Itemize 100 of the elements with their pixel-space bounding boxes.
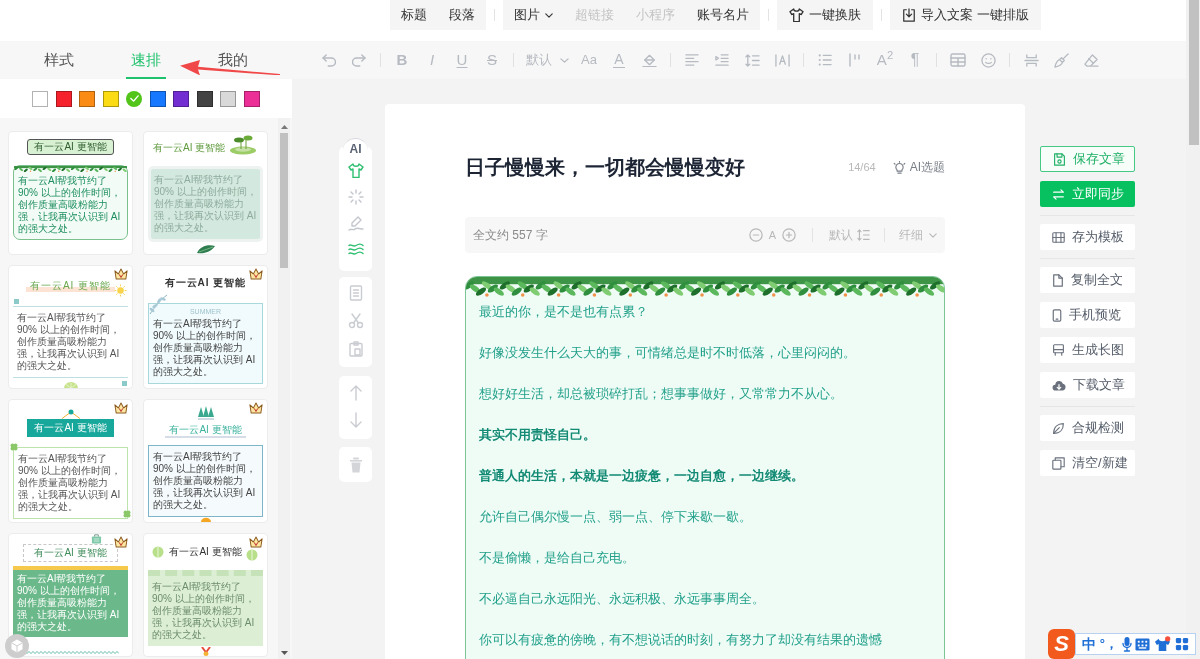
document-icon[interactable] <box>348 285 363 301</box>
panel-tab[interactable]: 样式 <box>15 41 102 79</box>
action-button[interactable]: 复制全文 <box>1040 267 1135 293</box>
import-button[interactable]: 导入文案 一键排版 <box>890 0 1041 30</box>
shirt-icon[interactable] <box>347 163 364 178</box>
grid-icon[interactable] <box>1174 637 1189 651</box>
dropdown-button[interactable]: 图片 <box>503 0 564 30</box>
toolbar-button[interactable]: 标题 <box>390 0 438 30</box>
article-paragraph[interactable]: 你可以有疲惫的傍晚，有不想说话的时刻，有努力了却没有结果的遗憾 <box>479 630 931 650</box>
color-swatch[interactable] <box>102 90 119 107</box>
color-swatch[interactable] <box>79 90 95 107</box>
title-char-count: 14/64 <box>848 159 876 175</box>
import-icon <box>902 8 916 22</box>
undo-icon[interactable] <box>322 53 336 67</box>
ime-logo: S <box>1048 629 1075 659</box>
cube-icon <box>11 639 23 653</box>
article-paragraph[interactable]: 想好好生活，却总被琐碎打乱；想事事做好，又常常力不从心。 <box>479 384 931 404</box>
action-button[interactable]: 存为模板 <box>1040 224 1135 250</box>
color-swatch[interactable] <box>149 90 166 107</box>
action-button[interactable]: 下载文章 <box>1040 372 1135 398</box>
panel-tab[interactable]: 我的 <box>189 41 276 79</box>
article-paragraph[interactable]: 不必逼自己永远阳光、永远积极、永远事事周全。 <box>479 589 931 609</box>
template-card[interactable]: 有一云AI 更智能 有一云AI帮我节约了 90% 以上的创作时间，创作质量高吸粉能力强，让我再次认识到 AI 的强大之处。 <box>8 399 133 523</box>
crown-icon <box>114 536 128 548</box>
color-swatch[interactable] <box>220 90 236 107</box>
template-card[interactable]: 有一云AI 更智能 有一云AI帮我节约了 90% 以上的创作时间，创作质量高吸粉能力强，让我再次认识到 AI 的强大之处。 <box>8 131 133 255</box>
article-paragraph[interactable]: 其实不用责怪自己。 <box>479 425 931 445</box>
waves-icon[interactable] <box>347 243 364 256</box>
redo-icon[interactable] <box>352 53 366 67</box>
paint-bucket-icon[interactable] <box>641 53 657 67</box>
lime-icon <box>64 381 78 388</box>
clipboard-icon[interactable] <box>347 341 364 357</box>
line-height-icon[interactable] <box>744 53 760 67</box>
sun-icon <box>200 517 212 522</box>
letter-spacing-icon[interactable] <box>774 53 790 67</box>
template-title: 有一云AI 更智能 <box>27 419 114 437</box>
ai-topic-button[interactable]: AI选题 <box>892 158 945 176</box>
action-button[interactable]: 保存文章 <box>1040 146 1135 172</box>
quote-icon[interactable] <box>849 53 861 67</box>
action-button[interactable]: 生成长图 <box>1040 337 1135 363</box>
color-swatch[interactable] <box>32 90 48 107</box>
eraser-icon[interactable] <box>1083 53 1099 67</box>
scroll-up-arrow-icon[interactable] <box>280 125 288 129</box>
template-card[interactable]: 有一云AI 更智能 有一云AI帮我节约了 90% 以上的创作时间，创作质量高吸粉能力强，让我再次认识到 AI 的强大之处。 <box>8 265 133 389</box>
divider-line-icon[interactable] <box>1023 53 1039 67</box>
color-swatch[interactable] <box>126 90 142 107</box>
clover-icon <box>123 510 131 518</box>
article-paragraph[interactable]: 普通人的生活，本就是一边疲惫，一边自愈，一边继续。 <box>479 466 931 486</box>
minus-circle-icon[interactable] <box>748 228 763 242</box>
ime-punctuation-label[interactable]: °， <box>1099 636 1118 652</box>
clover-icon <box>10 443 18 451</box>
smiley-icon[interactable] <box>980 52 996 68</box>
article-paragraph[interactable]: 不是偷懒，是给自己充电。 <box>479 548 931 568</box>
article-paragraph[interactable]: 最近的你，是不是也有点累？ <box>479 302 931 322</box>
article-paragraph[interactable]: 允许自己偶尔慢一点、弱一点、停下来歇一歇。 <box>479 507 931 527</box>
indent-icon[interactable] <box>715 54 729 66</box>
sparkle-icon[interactable] <box>347 189 364 205</box>
color-swatch[interactable] <box>243 90 260 107</box>
billboard-icon <box>1052 344 1065 356</box>
scrollbar-thumb[interactable] <box>280 133 288 268</box>
crown-icon <box>249 536 263 548</box>
action-button[interactable]: 立即同步 <box>1040 181 1135 207</box>
color-swatch[interactable] <box>196 90 213 107</box>
template-text: 有一云AI帮我节约了 90% 以上的创作时间，创作质量高吸粉能力强，让我再次认识到 AI 的强大之处。 <box>17 312 121 372</box>
ime-mode-label[interactable]: 中 <box>1082 636 1096 652</box>
action-button[interactable]: 清空/新建 <box>1040 450 1135 476</box>
split-circle-icon <box>152 546 164 558</box>
toolbar-button[interactable]: 账号名片 <box>686 0 760 30</box>
scissors-icon[interactable] <box>347 313 364 329</box>
color-swatch[interactable] <box>55 90 72 107</box>
article-title[interactable]: 日子慢慢来，一切都会慢慢变好 <box>465 153 745 181</box>
pen-icon[interactable] <box>347 216 364 232</box>
template-card[interactable]: 有一云AI 更智能 有一云AI帮我节约了 90% 以上的创作时间，创作质量高吸粉能力强，让我再次认识到 AI 的强大之处。 <box>143 399 268 523</box>
trash-icon[interactable] <box>348 457 363 473</box>
leaf-icon <box>1052 421 1065 435</box>
shirt-icon[interactable] <box>1154 636 1172 652</box>
microphone-icon[interactable] <box>1121 636 1132 652</box>
table-icon[interactable] <box>950 53 966 67</box>
hanger-icon <box>61 409 81 419</box>
arrow-up-icon[interactable] <box>348 385 363 401</box>
align-left-icon[interactable] <box>685 54 699 66</box>
template-text: 有一云AI帮我节约了 90% 以上的创作时间，创作质量高吸粉能力强，让我再次认识到 AI 的强大之处。 <box>17 573 121 633</box>
grid-layout-icon <box>1052 231 1065 243</box>
brush-icon[interactable] <box>1053 52 1069 68</box>
bullet-list-icon[interactable] <box>818 54 832 66</box>
action-button[interactable]: 合规检测 <box>1040 415 1135 441</box>
template-title: 有一云AI 更智能 <box>165 424 246 438</box>
plus-circle-icon[interactable] <box>782 228 796 242</box>
scroll-down-arrow-icon[interactable] <box>280 651 288 655</box>
scrollbar-thumb[interactable] <box>1189 0 1199 145</box>
skin-button[interactable]: 一键换肤 <box>777 0 873 30</box>
article-paragraph[interactable]: 好像没发生什么天大的事，可情绪总是时不时低落，心里闷闷的。 <box>479 343 931 363</box>
keyboard-icon[interactable] <box>1135 637 1151 651</box>
action-button[interactable]: 手机预览 <box>1040 302 1135 328</box>
toolbar-button[interactable]: 段落 <box>438 0 486 30</box>
color-swatch[interactable] <box>173 90 189 107</box>
arrow-down-icon[interactable] <box>348 412 363 428</box>
template-card[interactable]: 有一云AI 更智能 有一云AI帮我节约了 90% 以上的创作时间，创作质量高吸粉能力强，让我再次认识到 AI 的强大之处。 <box>8 533 133 657</box>
caret-icon <box>559 57 569 63</box>
template-card[interactable]: 有一云AI 更智能 有一云AI帮我节约了 90% 以上的创作时间，创作质量高吸粉能力强，让我再次认识到 AI 的强大之处。 <box>143 533 268 657</box>
